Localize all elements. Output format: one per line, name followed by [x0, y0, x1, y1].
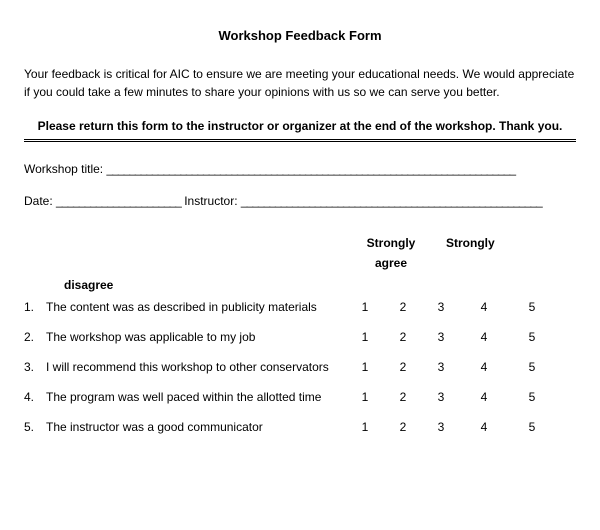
header-agree: agree	[346, 256, 436, 270]
scale-option[interactable]: 3	[422, 300, 460, 314]
workshop-title-label: Workshop title:	[24, 162, 103, 176]
scale-option[interactable]: 5	[508, 300, 556, 314]
scale-option[interactable]: 4	[460, 360, 508, 374]
scale-option[interactable]: 3	[422, 360, 460, 374]
return-instruction: Please return this form to the instructo…	[24, 119, 576, 139]
divider-double-line	[24, 139, 576, 142]
header-disagree: disagree	[24, 278, 576, 292]
date-label: Date:	[24, 194, 53, 208]
question-scale: 12345	[346, 360, 576, 374]
question-text: The workshop was applicable to my job	[46, 330, 346, 344]
scale-option[interactable]: 3	[422, 330, 460, 344]
question-scale: 12345	[346, 420, 576, 434]
scale-option[interactable]: 1	[346, 390, 384, 404]
question-number: 1.	[24, 300, 46, 314]
scale-option[interactable]: 2	[384, 330, 422, 344]
scale-option[interactable]: 4	[460, 330, 508, 344]
scale-option[interactable]: 2	[384, 420, 422, 434]
scale-option[interactable]: 2	[384, 390, 422, 404]
date-instructor-row: Date: ______________________ Instructor:…	[24, 194, 576, 208]
question-row: 5.The instructor was a good communicator…	[24, 420, 576, 434]
question-scale: 12345	[346, 390, 576, 404]
question-row: 4.The program was well paced within the …	[24, 390, 576, 404]
scale-option[interactable]: 3	[422, 390, 460, 404]
scale-option[interactable]: 5	[508, 360, 556, 374]
form-title: Workshop Feedback Form	[24, 28, 576, 43]
question-text: The program was well paced within the al…	[46, 390, 346, 404]
question-number: 5.	[24, 420, 46, 434]
question-row: 3.I will recommend this workshop to othe…	[24, 360, 576, 374]
question-number: 3.	[24, 360, 46, 374]
scale-option[interactable]: 2	[384, 300, 422, 314]
question-row: 1.The content was as described in public…	[24, 300, 576, 314]
scale-header-row1: Strongly Strongly	[24, 236, 576, 250]
question-number: 4.	[24, 390, 46, 404]
question-text: The content was as described in publicit…	[46, 300, 346, 314]
scale-option[interactable]: 3	[422, 420, 460, 434]
date-line[interactable]: ______________________	[56, 194, 181, 208]
header-strongly-1: Strongly	[346, 236, 436, 250]
question-row: 2.The workshop was applicable to my job1…	[24, 330, 576, 344]
scale-option[interactable]: 1	[346, 300, 384, 314]
scale-option[interactable]: 4	[460, 420, 508, 434]
scale-option[interactable]: 5	[508, 420, 556, 434]
question-scale: 12345	[346, 330, 576, 344]
scale-option[interactable]: 4	[460, 300, 508, 314]
scale-header-row2: agree	[24, 256, 576, 270]
instructor-label: Instructor:	[184, 194, 237, 208]
scale-option[interactable]: 5	[508, 390, 556, 404]
workshop-title-line[interactable]: ________________________________________…	[107, 162, 516, 176]
question-number: 2.	[24, 330, 46, 344]
scale-option[interactable]: 1	[346, 360, 384, 374]
scale-option[interactable]: 5	[508, 330, 556, 344]
header-strongly-2: Strongly	[436, 236, 526, 250]
workshop-title-field: Workshop title: ________________________…	[24, 162, 576, 176]
intro-text: Your feedback is critical for AIC to ens…	[24, 65, 576, 101]
scale-option[interactable]: 1	[346, 330, 384, 344]
instructor-line[interactable]: ________________________________________…	[241, 194, 542, 208]
question-text: The instructor was a good communicator	[46, 420, 346, 434]
scale-option[interactable]: 1	[346, 420, 384, 434]
scale-option[interactable]: 2	[384, 360, 422, 374]
question-scale: 12345	[346, 300, 576, 314]
question-text: I will recommend this workshop to other …	[46, 360, 346, 374]
scale-option[interactable]: 4	[460, 390, 508, 404]
